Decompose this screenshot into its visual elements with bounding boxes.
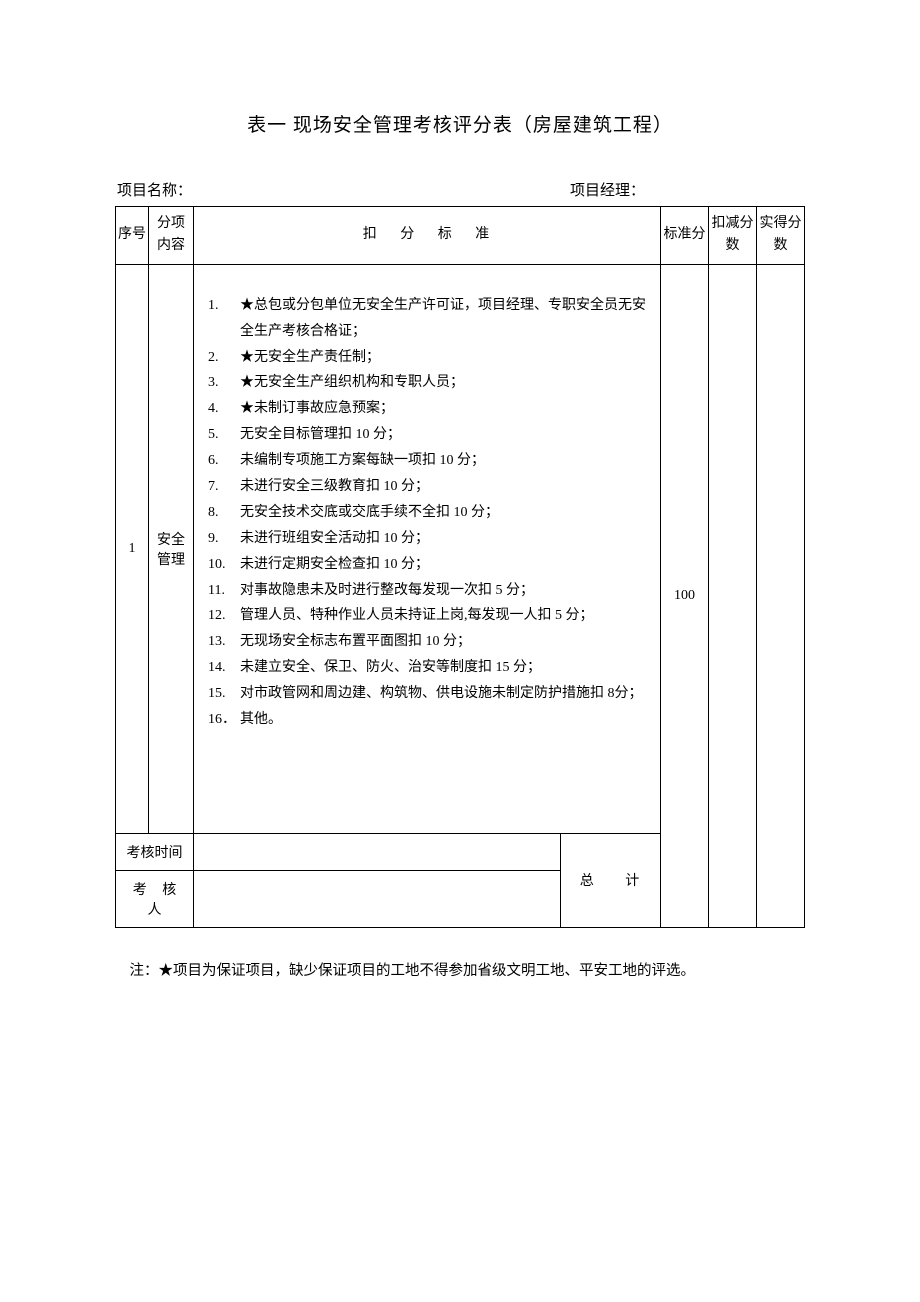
- col-actual-header: 实得分数: [757, 207, 805, 265]
- row-seq: 1: [116, 264, 149, 833]
- scoring-table: 序号 分项内容 扣 分 标 准 标准分 扣减分数 实得分数 1 安全管理 1.★…: [115, 206, 805, 928]
- table-header-row: 序号 分项内容 扣 分 标 准 标准分 扣减分数 实得分数: [116, 207, 805, 265]
- table-row: 1 安全管理 1.★总包或分包单位无安全生产许可证，项目经理、专职安全员无安全生…: [116, 264, 805, 833]
- deduction-score: [709, 264, 757, 927]
- list-item: 3.★无安全生产组织机构和专职人员；: [208, 370, 646, 396]
- list-item: 8.无安全技术交底或交底手续不全扣 10 分；: [208, 500, 646, 526]
- assessor-value: [194, 870, 561, 927]
- list-item: 15.对市政管网和周边建、构筑物、供电设施未制定防护措施扣 8分；: [208, 681, 646, 707]
- assess-time-label: 考核时间: [116, 833, 194, 870]
- list-item: 4.★未制订事故应急预案；: [208, 396, 646, 422]
- total-label: 总 计: [561, 833, 661, 927]
- list-item: 11.对事故隐患未及时进行整改每发现一次扣 5 分；: [208, 578, 646, 604]
- list-item: 9.未进行班组安全活动扣 10 分；: [208, 526, 646, 552]
- list-item: 7.未进行安全三级教育扣 10 分；: [208, 474, 646, 500]
- project-manager-label: 项目经理：: [350, 179, 803, 200]
- project-name-label: 项目名称：: [117, 179, 350, 200]
- col-standard-header: 标准分: [661, 207, 709, 265]
- row-category: 安全管理: [149, 264, 194, 833]
- list-item: 10.未进行定期安全检查扣 10 分；: [208, 552, 646, 578]
- col-criteria-header: 扣 分 标 准: [194, 207, 661, 265]
- list-item: 13.无现场安全标志布置平面图扣 10 分；: [208, 629, 646, 655]
- list-item: 12.管理人员、特种作业人员未持证上岗,每发现一人扣 5 分；: [208, 603, 646, 629]
- footnote: 注：★项目为保证项目，缺少保证项目的工地不得参加省级文明工地、平安工地的评选。: [115, 960, 805, 983]
- col-deduction-header: 扣减分数: [709, 207, 757, 265]
- list-item: 14.未建立安全、保卫、防火、治安等制度扣 15 分；: [208, 655, 646, 681]
- list-item: 5.无安全目标管理扣 10 分；: [208, 422, 646, 448]
- criteria-list: 1.★总包或分包单位无安全生产许可证，项目经理、专职安全员无安全生产考核合格证；…: [208, 293, 646, 733]
- assessor-label: 考 核 人: [116, 870, 194, 927]
- list-item: 1.★总包或分包单位无安全生产许可证，项目经理、专职安全员无安全生产考核合格证；: [208, 293, 646, 345]
- list-item: 6.未编制专项施工方案每缺一项扣 10 分；: [208, 448, 646, 474]
- standard-score: 100: [661, 264, 709, 927]
- row-criteria: 1.★总包或分包单位无安全生产许可证，项目经理、专职安全员无安全生产考核合格证；…: [194, 264, 661, 833]
- list-item: 16．其他。: [208, 707, 646, 733]
- assess-time-value: [194, 833, 561, 870]
- page-title: 表一 现场安全管理考核评分表（房屋建筑工程）: [115, 110, 805, 137]
- header-row: 项目名称： 项目经理：: [115, 179, 805, 200]
- list-item: 2.★无安全生产责任制；: [208, 345, 646, 371]
- actual-score: [757, 264, 805, 927]
- col-seq-header: 序号: [116, 207, 149, 265]
- col-category-header: 分项内容: [149, 207, 194, 265]
